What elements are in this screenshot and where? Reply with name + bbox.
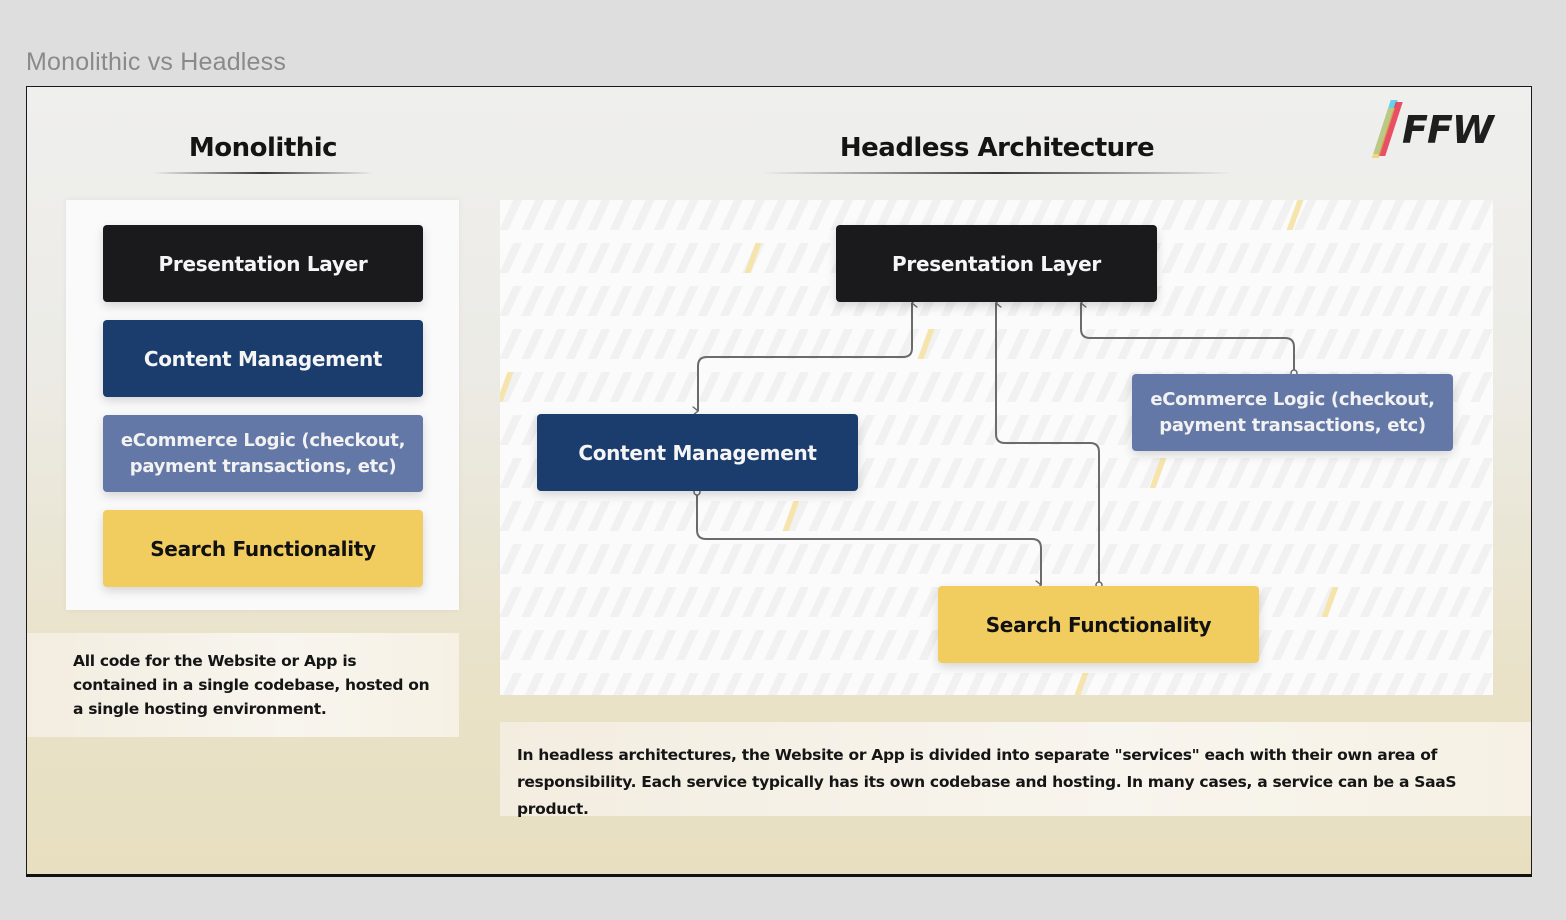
mono-presentation-label: Presentation Layer [158,251,368,276]
headless-heading-underline [762,172,1232,174]
logo-text: FFW [1402,108,1494,152]
headless-description-text: In headless architectures, the Website o… [517,746,1457,818]
headless-ecommerce-logic[interactable]: eCommerce Logic (checkout, payment trans… [1132,374,1453,451]
ffw-logo: FFW [1371,98,1502,160]
mono-search-functionality[interactable]: Search Functionality [103,510,423,587]
monolithic-panel: Presentation Layer Content Management eC… [66,200,459,610]
connector-content-search [696,492,1042,585]
mono-search-label: Search Functionality [150,536,376,561]
mono-content-label: Content Management [143,346,383,371]
connector-presentation-content [698,303,912,411]
headless-content-management[interactable]: Content Management [537,414,858,491]
monolithic-heading: Monolithic [188,133,338,163]
headless-presentation-label: Presentation Layer [892,251,1101,276]
mono-ecommerce-label: eCommerce Logic (checkout, payment trans… [120,429,406,477]
slide-frame[interactable]: FFW Monolithic Headless Architecture Pre… [26,86,1532,877]
headless-search-functionality[interactable]: Search Functionality [938,586,1259,663]
mono-content-management[interactable]: Content Management [103,320,423,397]
monolithic-heading-underline [153,172,373,174]
mono-ecommerce-logic[interactable]: eCommerce Logic (checkout, payment trans… [103,415,423,492]
monolithic-description-text: All code for the Website or App is conta… [73,652,430,718]
headless-heading: Headless Architecture [839,133,1155,163]
mono-presentation-layer[interactable]: Presentation Layer [103,225,423,302]
headless-presentation-layer[interactable]: Presentation Layer [836,225,1157,302]
headless-ecommerce-label: eCommerce Logic (checkout, payment trans… [1150,388,1435,436]
connector-ecommerce-presentation [1080,303,1295,372]
monolithic-description: All code for the Website or App is conta… [27,633,459,737]
connector-search-presentation [995,303,1100,584]
headless-diagram: Presentation Layer Content Management eC… [500,200,1493,695]
frame-title: Monolithic vs Headless [26,48,287,76]
headless-content-label: Content Management [578,440,817,465]
headless-search-label: Search Functionality [985,612,1212,637]
headless-description: In headless architectures, the Website o… [500,722,1531,818]
